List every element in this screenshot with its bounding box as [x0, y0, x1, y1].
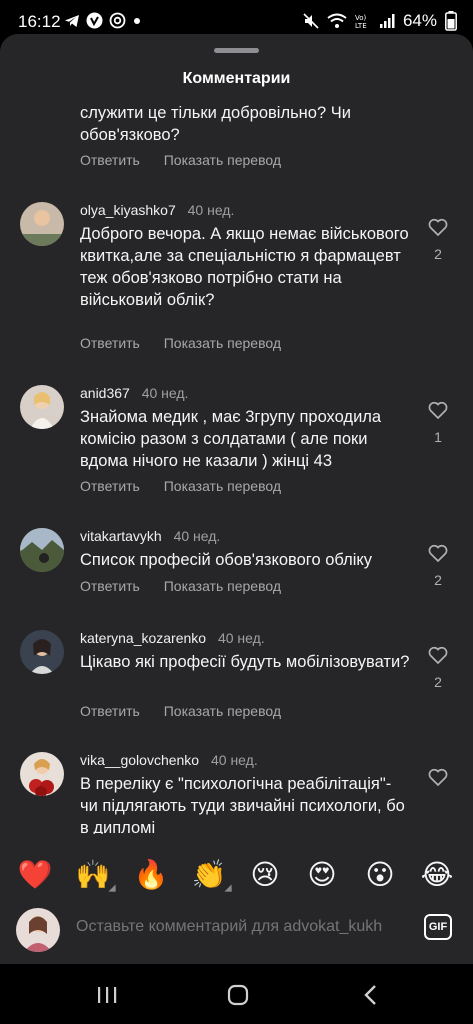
like-control: 2 [424, 646, 452, 690]
like-count: 2 [434, 674, 442, 690]
back-icon [364, 985, 376, 1005]
comment-actions: Ответить Показать перевод [80, 152, 301, 168]
translate-button[interactable]: Показать перевод [164, 335, 281, 351]
comment-text: Список професій обов'язкового обліку [80, 551, 373, 569]
battery-icon [445, 11, 457, 31]
comments-sheet: Комментарии служити це тільки добровільн… [0, 34, 473, 964]
comment-text: Доброго вечора. А якщо немає військового… [80, 225, 409, 309]
like-control: 2 [424, 218, 452, 262]
comment-meta: kateryna_kozarenko 40 нед. [80, 630, 265, 646]
translate-button[interactable]: Показать перевод [164, 478, 281, 494]
comment-meta: vitakartavykh 40 нед. [80, 528, 220, 544]
recent-apps-button[interactable] [92, 982, 122, 1008]
comment-timestamp: 40 нед. [187, 202, 235, 218]
reply-button[interactable]: Ответить [80, 335, 140, 351]
comment-timestamp: 40 нед. [210, 752, 258, 768]
clapping-glyph: 👏 [191, 859, 227, 890]
raised-hands-emoji-icon[interactable]: 🙌 [74, 856, 116, 894]
status-right-icons: Vo) LTE 64% [303, 11, 457, 31]
translate-button[interactable]: Показать перевод [164, 578, 281, 594]
heart-eyes-emoji-icon[interactable]: 😍 [303, 856, 341, 894]
svg-text:Vo): Vo) [355, 14, 367, 22]
reply-button[interactable]: Ответить [80, 703, 140, 719]
translate-button[interactable]: Показать перевод [164, 152, 281, 168]
comment-meta: olya_kiyashko7 40 нед. [80, 202, 234, 218]
variant-indicator-icon [108, 884, 116, 892]
status-left-icons [64, 12, 142, 29]
viber-icon [86, 12, 103, 29]
laughing-emoji-icon[interactable]: 😂 [418, 856, 456, 894]
variant-indicator-icon [224, 884, 232, 892]
reply-button[interactable]: Ответить [80, 578, 140, 594]
sheet-grabber[interactable] [214, 48, 259, 53]
comment-timestamp: 40 нед. [173, 528, 221, 544]
comment-meta: vika__golovchenko 40 нед. [80, 752, 258, 768]
heart-icon[interactable] [428, 401, 448, 419]
wifi-icon [327, 13, 347, 28]
like-count: 1 [434, 429, 442, 445]
avatar[interactable] [20, 528, 64, 572]
telegram-icon [65, 14, 79, 27]
emoji-reaction-bar: ❤️ 🙌 🔥 👏 😢 😍 😮 😂 [0, 856, 473, 896]
surprised-emoji-icon[interactable]: 😮 [361, 856, 399, 894]
comment-actions: Ответить Показать перевод [80, 703, 301, 719]
back-button[interactable] [356, 982, 386, 1008]
comment-actions: Ответить Показать перевод [80, 335, 301, 351]
mute-icon [303, 13, 319, 29]
comment-text: В переліку є "психологічна реабілітація"… [80, 775, 405, 834]
avatar[interactable] [20, 752, 64, 796]
avatar[interactable] [20, 630, 64, 674]
like-control: 1 [424, 401, 452, 445]
heart-icon[interactable] [428, 218, 448, 236]
reply-button[interactable]: Ответить [80, 152, 140, 168]
comment-input[interactable] [76, 918, 416, 936]
status-time: 16:12 [18, 12, 61, 31]
recent-apps-icon [98, 987, 117, 1003]
comment-username[interactable]: anid367 [80, 385, 130, 401]
clapping-emoji-icon[interactable]: 👏 [190, 856, 232, 894]
comment-text: Знайома медик , має 3групу проходила ком… [80, 408, 382, 470]
heart-emoji-icon[interactable]: ❤️ [16, 856, 54, 894]
system-nav-bar [0, 964, 473, 1024]
sheet-title: Комментарии [182, 70, 291, 87]
crying-emoji-icon[interactable]: 😢 [246, 856, 284, 894]
comment-meta: anid367 40 нед. [80, 385, 188, 401]
gif-button[interactable]: GIF [424, 914, 452, 940]
heart-icon[interactable] [428, 646, 448, 664]
comment-username[interactable]: olya_kiyashko7 [80, 202, 176, 218]
translate-button[interactable]: Показать перевод [164, 703, 281, 719]
fire-emoji-icon[interactable]: 🔥 [132, 856, 170, 894]
comment-text: служити це тільки добровільно? Чи обов'я… [80, 104, 351, 144]
comment-username[interactable]: kateryna_kozarenko [80, 630, 206, 646]
comment-composer: GIF [0, 900, 473, 964]
svg-text:LTE: LTE [355, 22, 367, 29]
avatar[interactable] [20, 385, 64, 429]
reply-button[interactable]: Ответить [80, 478, 140, 494]
like-count: 2 [434, 246, 442, 262]
comments-list[interactable]: служити це тільки добровільно? Чи обов'я… [0, 102, 473, 834]
comment-actions: Ответить Показать перевод [80, 478, 301, 494]
volte-icon: Vo)LTE [355, 14, 367, 29]
comment-actions: Ответить Показать перевод [80, 578, 301, 594]
at-sign-icon [109, 12, 126, 29]
signal-icon [379, 14, 395, 28]
comment-timestamp: 40 нед. [141, 385, 189, 401]
my-avatar [16, 908, 60, 952]
comment-username[interactable]: vitakartavykh [80, 528, 162, 544]
dot-icon [134, 17, 140, 24]
raised-hands-glyph: 🙌 [75, 859, 111, 890]
like-control [424, 768, 452, 786]
battery-level: 64% [402, 11, 437, 30]
heart-icon[interactable] [428, 768, 448, 786]
like-count: 2 [434, 572, 442, 588]
heart-icon[interactable] [428, 544, 448, 562]
like-control: 2 [424, 544, 452, 588]
home-button[interactable] [223, 982, 253, 1008]
home-icon [227, 984, 249, 1006]
comment-text: Цікаво які професії будуть мобілізовуват… [80, 653, 410, 671]
avatar[interactable] [20, 202, 64, 246]
comment-timestamp: 40 нед. [217, 630, 265, 646]
comment-username[interactable]: vika__golovchenko [80, 752, 199, 768]
